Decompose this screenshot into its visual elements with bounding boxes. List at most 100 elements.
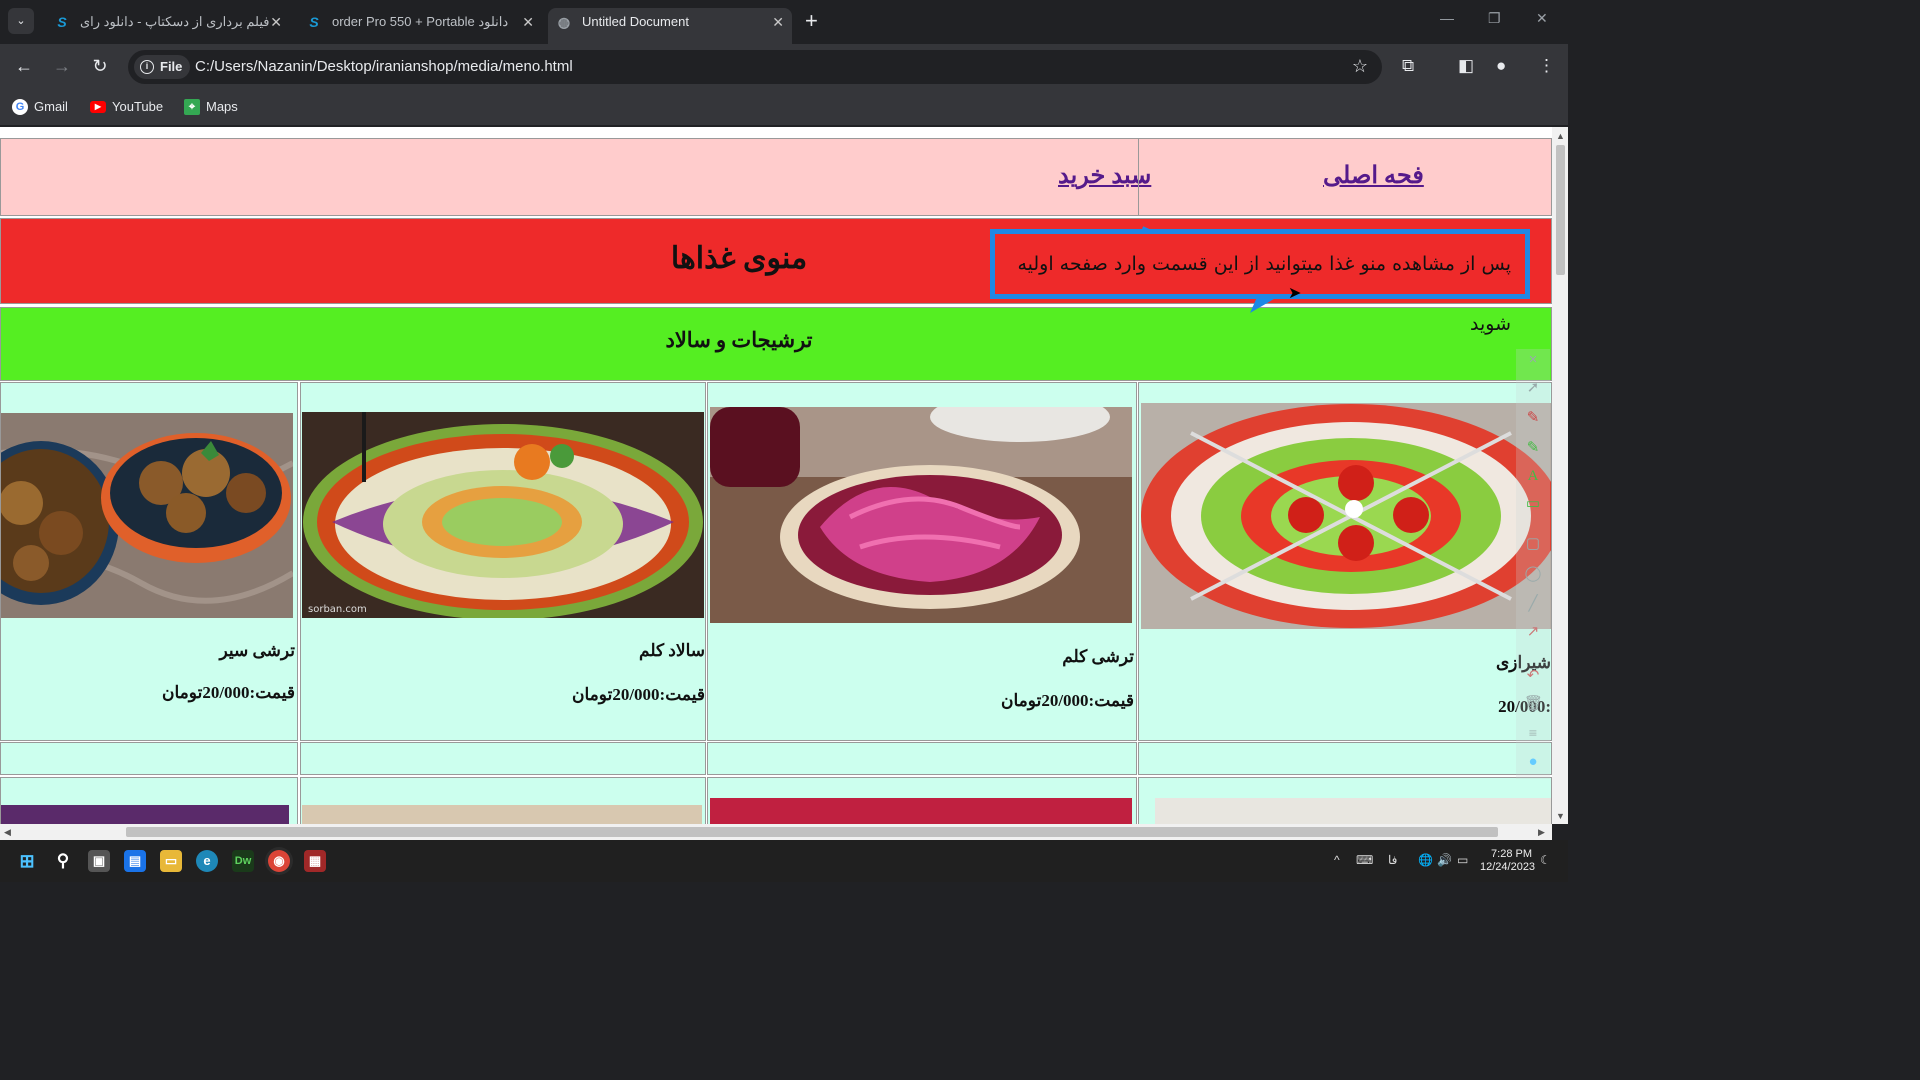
scroll-thumb[interactable] <box>126 827 1498 837</box>
tab-title: order Pro 550 + Portable دانلود <box>332 14 509 29</box>
tab-search-button[interactable]: ⌄ <box>8 8 34 34</box>
new-tab-button[interactable]: + <box>805 9 818 33</box>
s-icon: S <box>57 14 67 30</box>
maps-icon: ⌖ <box>184 99 200 115</box>
window-close-icon[interactable]: ✕ <box>1536 10 1548 27</box>
category-row: ترشیجات و سالاد <box>0 307 1552 381</box>
forward-icon[interactable]: → <box>50 56 74 76</box>
pen-icon[interactable]: ✎ <box>1524 409 1542 427</box>
globe-icon: ◍ <box>557 14 571 30</box>
edge-icon[interactable]: e <box>196 850 218 872</box>
bookmark-gmail[interactable]: G Gmail <box>12 98 68 116</box>
search-icon[interactable]: ⚲ <box>52 850 74 872</box>
url-text[interactable]: C:/Users/Nazanin/Desktop/iranianshop/med… <box>195 50 573 84</box>
annotation-toolbar: ✕ ➚ ✎ ✎ A ▭ ▢ ◯ ╱ ↗ ↶ 🗑 ≡ ● <box>1516 349 1550 779</box>
ellipse-icon[interactable]: ◯ <box>1524 565 1542 583</box>
rectangle-icon[interactable]: ▢ <box>1524 535 1542 553</box>
arrow-icon[interactable]: ↗ <box>1524 623 1542 641</box>
trash-icon[interactable]: 🗑 <box>1524 695 1543 713</box>
horizontal-scrollbar[interactable]: ◀ ▶ <box>0 824 1552 840</box>
s-icon: S <box>309 14 319 30</box>
scroll-up-icon[interactable]: ▲ <box>1556 131 1565 141</box>
address-bar[interactable]: i File C:/Users/Nazanin/Desktop/iranians… <box>128 50 1382 84</box>
item-name: ترشی سیر <box>219 641 295 660</box>
bookmark-label: Maps <box>206 99 238 114</box>
widgets-icon[interactable]: ▤ <box>124 850 146 872</box>
clock-date: 12/24/2023 <box>1480 861 1536 873</box>
menu-item-card <box>300 777 706 824</box>
notice-box: پس از مشاهده منو غذا میتوانید از این قسم… <box>990 229 1530 335</box>
menu-item-card: ترشی کلم قیمت:20/000تومان <box>707 382 1137 741</box>
menu-item-card: شیرازی :20/000 <box>1138 382 1552 741</box>
windows-taskbar: ⊞ ⚲ ▣ ▤ ▭ e Dw ◉ ▦ ^ ⌨ فا 🌐 🔊 ▭ 7:28 PM … <box>0 840 1568 882</box>
color-picker-icon[interactable]: ● <box>1524 753 1542 771</box>
bookmark-youtube[interactable]: ▶ YouTube <box>90 98 163 116</box>
close-icon[interactable]: ✕ <box>1524 351 1542 369</box>
bookmark-maps[interactable]: ⌖ Maps <box>184 98 238 116</box>
home-link[interactable]: فحه اصلی <box>1323 161 1424 190</box>
item-name: ترشی کلم <box>1062 647 1134 666</box>
battery-icon[interactable]: ▭ <box>1457 853 1468 867</box>
profile-icon[interactable]: ● <box>1496 55 1506 77</box>
tab-1[interactable]: S فیلم برداری از دسکتاپ - دانلود رای ✕ <box>46 8 290 44</box>
tray-chevron-icon[interactable]: ^ <box>1334 853 1340 867</box>
close-icon[interactable]: ✕ <box>270 8 282 36</box>
item-price: قیمت:20/000تومان <box>572 685 705 704</box>
close-icon[interactable]: ✕ <box>522 8 534 36</box>
marker-icon[interactable]: ✎ <box>1524 439 1542 457</box>
category-title: ترشیجات و سالاد <box>665 328 813 352</box>
item-price: قیمت:20/000تومان <box>1001 691 1134 710</box>
winrar-icon[interactable]: ▦ <box>304 850 326 872</box>
clock[interactable]: 7:28 PM 12/24/2023 <box>1480 848 1536 874</box>
nav-cell-home: فحه اصلی <box>1138 139 1552 215</box>
food-photo <box>710 798 1132 824</box>
menu-kebab-icon[interactable]: ⋮ <box>1538 55 1555 77</box>
table-cell <box>1138 742 1552 775</box>
language-indicator[interactable]: فا <box>1388 853 1397 867</box>
restore-icon[interactable]: ❐ <box>1488 10 1501 27</box>
minimize-icon[interactable]: — <box>1440 10 1454 26</box>
side-panel-icon[interactable]: ◧ <box>1458 55 1474 77</box>
line-icon[interactable]: ╱ <box>1524 595 1542 613</box>
scroll-left-icon[interactable]: ◀ <box>4 827 11 838</box>
volume-icon[interactable]: 🔊 <box>1437 853 1452 867</box>
keyboard-icon[interactable]: ⌨ <box>1356 853 1373 867</box>
dreamweaver-icon[interactable]: Dw <box>232 850 254 872</box>
menu-item-card: ترشی سیر قیمت:20/000تومان <box>0 382 298 741</box>
hamburger-icon[interactable]: ≡ <box>1524 725 1542 743</box>
menu-title: منوی غذاها <box>670 242 808 275</box>
menu-item-card: sorban.com سالاد کلم قیمت:20/000تومان <box>300 382 706 741</box>
tab-3-active[interactable]: ◍ Untitled Document ✕ <box>548 8 792 44</box>
item-price: قیمت:20/000تومان <box>162 683 295 702</box>
back-icon[interactable]: ← <box>12 56 36 76</box>
google-icon: G <box>12 99 28 115</box>
notification-icon[interactable]: ☾ <box>1540 853 1551 867</box>
nav-row: سبد خرید فحه اصلی <box>0 138 1552 216</box>
task-view-icon[interactable]: ▣ <box>88 850 110 872</box>
pointer-icon[interactable]: ➚ <box>1524 379 1542 397</box>
label-icon[interactable]: ▭ <box>1524 495 1542 513</box>
bookmarks-bar: G Gmail ▶ YouTube ⌖ Maps <box>0 90 1568 126</box>
bookmark-star-icon[interactable]: ☆ <box>1352 56 1368 77</box>
extensions-icon[interactable]: ⧉ <box>1402 55 1414 77</box>
file-explorer-icon[interactable]: ▭ <box>160 850 182 872</box>
food-photo <box>302 805 702 824</box>
windows-start-icon[interactable]: ⊞ <box>16 850 38 872</box>
vertical-scrollbar[interactable]: ▲ ▼ <box>1552 127 1568 824</box>
clock-time: 7:28 PM <box>1491 848 1532 860</box>
shirazi-salad-photo <box>1141 403 1551 629</box>
chrome-icon[interactable]: ◉ <box>268 850 290 872</box>
undo-icon[interactable]: ↶ <box>1524 667 1542 685</box>
scroll-thumb[interactable] <box>1556 145 1565 275</box>
scroll-right-icon[interactable]: ▶ <box>1538 827 1545 838</box>
network-icon[interactable]: 🌐 <box>1418 853 1433 867</box>
close-icon[interactable]: ✕ <box>772 8 784 36</box>
scroll-down-icon[interactable]: ▼ <box>1556 811 1565 821</box>
tab-2[interactable]: S order Pro 550 + Portable دانلود ✕ <box>298 8 542 44</box>
text-icon[interactable]: A <box>1524 467 1542 485</box>
tab-title: فیلم برداری از دسکتاپ - دانلود رای <box>80 14 270 29</box>
site-info-chip[interactable]: i File <box>134 55 191 79</box>
reload-icon[interactable]: ↻ <box>88 56 112 76</box>
item-name: سالاد کلم <box>639 641 705 660</box>
tab-strip: ⌄ S فیلم برداری از دسکتاپ - دانلود رای ✕… <box>0 0 1568 44</box>
